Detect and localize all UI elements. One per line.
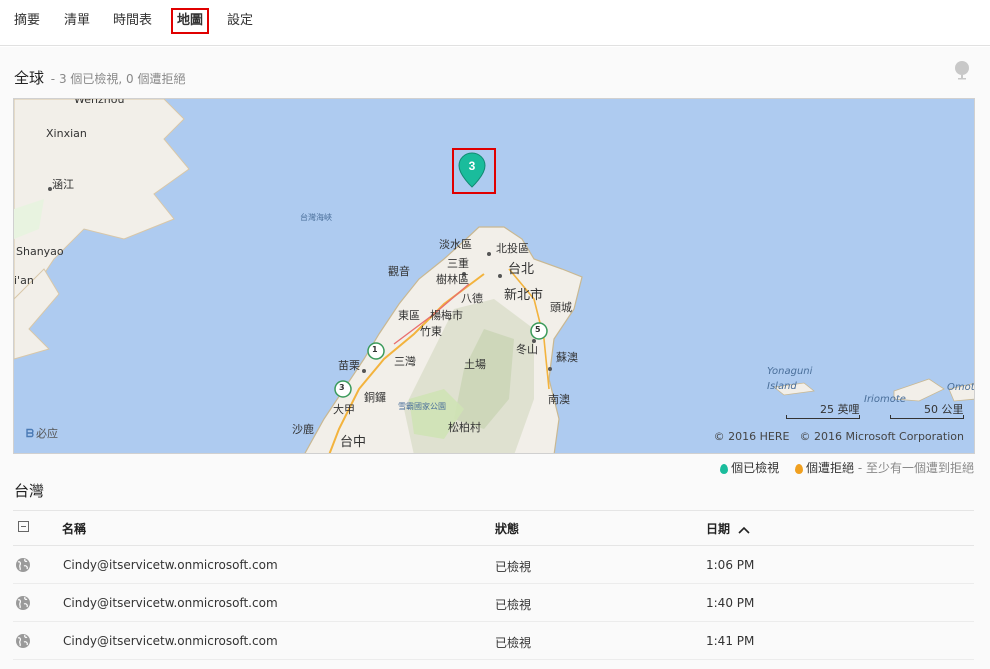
column-header-date-label: 日期 bbox=[706, 522, 731, 536]
viewed-marker-icon bbox=[720, 463, 729, 474]
map-label-dongqu: 東區 bbox=[398, 309, 420, 322]
region-title: 台灣 bbox=[14, 482, 45, 500]
tab-map[interactable]: 地圖 bbox=[171, 8, 210, 34]
tab-list[interactable]: 清單 bbox=[64, 8, 90, 34]
bing-label: 必应 bbox=[35, 427, 58, 440]
bing-icon: ᗷ bbox=[26, 427, 34, 440]
row-status: 已檢視 bbox=[495, 560, 532, 574]
map-label-shaluo: 沙鹿 bbox=[292, 423, 314, 436]
legend-rejected: 個遭拒絕 bbox=[806, 461, 855, 475]
globe-icon bbox=[16, 634, 30, 648]
row-name: Cindy@itservicetw.onmicrosoft.com bbox=[63, 634, 278, 648]
scale-bar-miles bbox=[786, 415, 860, 419]
column-header-name[interactable]: 名稱 bbox=[62, 520, 86, 537]
map-label-xinxian: Xinxian bbox=[46, 127, 87, 140]
map-copyright: © 2016 HERE © 2016 Microsoft Corporation bbox=[704, 430, 964, 443]
map-label-wenzhou: Wenzhou bbox=[74, 98, 125, 106]
column-header-status[interactable]: 狀態 bbox=[495, 520, 519, 537]
row-date: 1:40 PM bbox=[706, 596, 755, 610]
route-label-3: 3 bbox=[339, 383, 345, 392]
legend-hint: - 至少有一個遭到拒絕 bbox=[857, 461, 974, 475]
legend-viewed: 個已檢視 bbox=[731, 461, 780, 475]
map-label-dajia: 大甲 bbox=[333, 403, 355, 416]
select-all-checkbox[interactable] bbox=[18, 521, 29, 532]
globe-toggle-icon[interactable] bbox=[952, 60, 972, 80]
table-row[interactable]: Cindy@itservicetw.onmicrosoft.com 已檢視 1:… bbox=[13, 584, 974, 622]
map-label-tamsui: 淡水區 bbox=[439, 238, 472, 251]
copyright-here: © 2016 HERE bbox=[713, 430, 790, 443]
map-label-sanchong: 三重 bbox=[447, 257, 469, 270]
row-name: Cindy@itservicetw.onmicrosoft.com bbox=[63, 558, 278, 572]
row-status: 已檢視 bbox=[495, 636, 532, 650]
map-cluster-pin-icon[interactable]: 3 bbox=[458, 152, 486, 188]
map-label-park: 雪霸國家公園 bbox=[398, 402, 446, 411]
row-status: 已檢視 bbox=[495, 598, 532, 612]
map-label-dongshan: 冬山 bbox=[516, 343, 538, 356]
map-label-shanyao: Shanyao bbox=[16, 245, 64, 258]
tab-summary[interactable]: 摘要 bbox=[14, 8, 40, 34]
map-label-miaoli: 苗栗 bbox=[338, 359, 360, 372]
bing-logo[interactable]: ᗷ 必应 bbox=[26, 425, 58, 441]
map-label-omoto: Omot bbox=[947, 382, 975, 393]
top-nav: 摘要 清單 時間表 地圖 設定 bbox=[0, 0, 990, 46]
map-label-bade: 八德 bbox=[461, 292, 483, 305]
map-label-hanjiang: 涵江 bbox=[52, 178, 74, 191]
globe-icon bbox=[16, 596, 30, 610]
globe-icon bbox=[16, 558, 30, 572]
table-row[interactable]: Cindy@itservicetw.onmicrosoft.com 已檢視 1:… bbox=[13, 546, 974, 584]
world-header: 全球 - 3 個已檢視, 0 個遭拒絕 bbox=[14, 67, 185, 88]
map-label-island: Island bbox=[767, 381, 797, 392]
map-label-taipei: 台北 bbox=[508, 262, 535, 277]
map-label-yonaguni: Yonaguni bbox=[767, 366, 813, 377]
map-label-toucheng: 頭城 bbox=[550, 301, 572, 314]
map-label-songbo: 松柏村 bbox=[448, 421, 481, 434]
map-label-iriomote: Iriomote bbox=[864, 394, 906, 405]
column-header-date[interactable]: 日期 bbox=[706, 520, 750, 537]
map-label-zhudong: 竹東 bbox=[420, 325, 442, 338]
map-label-strait: 台灣海峽 bbox=[300, 213, 332, 222]
map-legend: 個已檢視 個遭拒絕 - 至少有一個遭到拒絕 bbox=[720, 459, 974, 476]
tab-settings[interactable]: 設定 bbox=[227, 8, 253, 34]
rejected-marker-icon bbox=[795, 463, 803, 474]
copyright-microsoft: © 2016 Microsoft Corporation bbox=[799, 430, 964, 443]
map-label-beitou: 北投區 bbox=[496, 242, 529, 255]
route-label-5: 5 bbox=[535, 325, 541, 334]
map-label-yangmei: 楊梅市 bbox=[430, 309, 463, 322]
chevron-up-icon bbox=[738, 526, 750, 534]
map-label-xian: i'an bbox=[14, 274, 34, 287]
row-date: 1:41 PM bbox=[706, 634, 755, 648]
scale-bar-km bbox=[890, 415, 964, 419]
map-label-sanwan: 三灣 bbox=[394, 355, 416, 368]
row-name: Cindy@itservicetw.onmicrosoft.com bbox=[63, 596, 278, 610]
route-label-1: 1 bbox=[372, 345, 378, 354]
row-date: 1:06 PM bbox=[706, 558, 755, 572]
map-label-newtaipei: 新北市 bbox=[504, 288, 544, 303]
tab-timeline[interactable]: 時間表 bbox=[113, 8, 152, 34]
world-summary: - 3 個已檢視, 0 個遭拒絕 bbox=[50, 72, 186, 86]
table-header: 名稱 狀態 日期 bbox=[13, 510, 974, 546]
map-label-tuchang: 土場 bbox=[464, 358, 486, 371]
cluster-count: 3 bbox=[469, 159, 476, 173]
map-label-nanao: 南澳 bbox=[548, 393, 570, 406]
map-label-taichung: 台中 bbox=[340, 435, 367, 450]
map-label-shulin: 樹林區 bbox=[436, 273, 469, 286]
map-label-guanyin: 觀音 bbox=[388, 265, 410, 278]
map-label-suao: 蘇澳 bbox=[556, 351, 578, 364]
table-row[interactable]: Cindy@itservicetw.onmicrosoft.com 已檢視 1:… bbox=[13, 622, 974, 660]
world-title: 全球 bbox=[14, 69, 45, 87]
map-label-tongluo: 銅鑼 bbox=[364, 391, 386, 404]
